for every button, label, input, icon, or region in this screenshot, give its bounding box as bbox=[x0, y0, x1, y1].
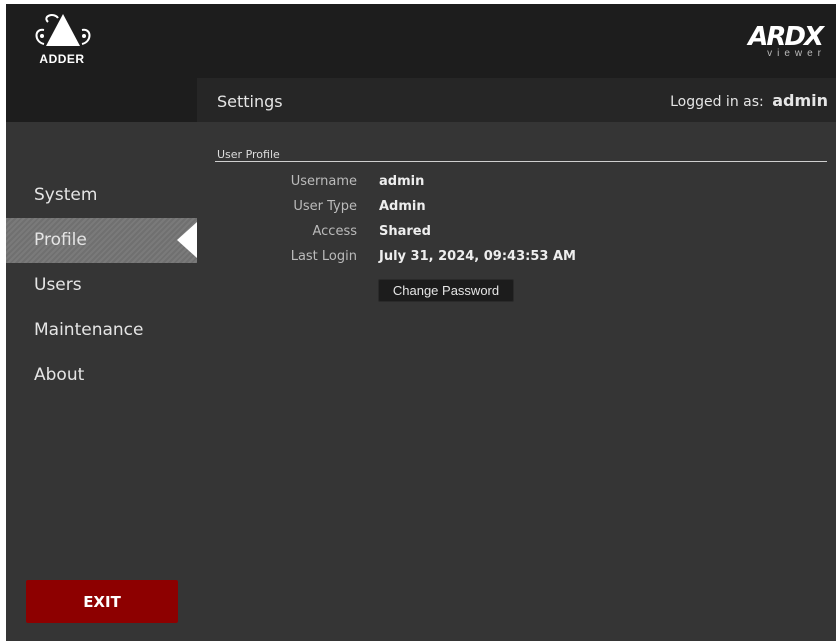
app-window: ADDER ARDX viewer System Profile Users M… bbox=[6, 4, 836, 641]
sidebar-item-label: About bbox=[34, 365, 85, 385]
field-label: User Type bbox=[293, 199, 357, 214]
sidebar-item-label: Users bbox=[34, 275, 82, 295]
sidebar-item-profile[interactable]: Profile bbox=[6, 218, 197, 263]
logged-in-status: Logged in as: admin bbox=[670, 91, 828, 110]
page-title: Settings bbox=[217, 92, 283, 111]
field-row-username: Username admin bbox=[197, 174, 836, 196]
field-row-access: Access Shared bbox=[197, 224, 836, 246]
field-label: Access bbox=[312, 224, 357, 239]
sidebar-item-about[interactable]: About bbox=[6, 353, 197, 398]
section-divider bbox=[215, 161, 827, 162]
field-value: Shared bbox=[379, 224, 431, 239]
top-bar: ADDER ARDX viewer bbox=[6, 4, 836, 78]
field-label: Username bbox=[290, 174, 357, 189]
active-indicator-arrow-icon bbox=[177, 222, 197, 258]
section-title-user-profile: User Profile bbox=[217, 148, 280, 161]
field-value: admin bbox=[379, 174, 425, 189]
sidebar-nav: System Profile Users Maintenance About bbox=[6, 173, 197, 398]
sidebar-item-maintenance[interactable]: Maintenance bbox=[6, 308, 197, 353]
field-row-last-login: Last Login July 31, 2024, 09:43:53 AM bbox=[197, 249, 836, 271]
sidebar-item-label: Maintenance bbox=[34, 320, 144, 340]
logged-in-user: admin bbox=[772, 91, 828, 110]
field-value: Admin bbox=[379, 199, 426, 214]
sidebar-header-strip bbox=[6, 78, 197, 122]
change-password-button[interactable]: Change Password bbox=[378, 279, 514, 302]
adder-logo-text: ADDER bbox=[39, 52, 85, 66]
exit-button[interactable]: EXIT bbox=[26, 580, 178, 623]
field-value: July 31, 2024, 09:43:53 AM bbox=[379, 249, 576, 264]
main-panel: Settings Logged in as: admin User Profil… bbox=[197, 78, 836, 641]
main-header: Settings Logged in as: admin bbox=[197, 78, 836, 122]
ardx-logo-subtext: viewer bbox=[767, 48, 826, 59]
sidebar-item-label: Profile bbox=[34, 230, 87, 250]
ardx-logo: ARDX viewer bbox=[738, 22, 828, 64]
sidebar: System Profile Users Maintenance About E… bbox=[6, 78, 197, 641]
field-label: Last Login bbox=[290, 249, 357, 264]
sidebar-item-system[interactable]: System bbox=[6, 173, 197, 218]
field-row-user-type: User Type Admin bbox=[197, 199, 836, 221]
sidebar-item-users[interactable]: Users bbox=[6, 263, 197, 308]
sidebar-item-label: System bbox=[34, 185, 98, 205]
logged-in-label: Logged in as: bbox=[670, 94, 764, 110]
